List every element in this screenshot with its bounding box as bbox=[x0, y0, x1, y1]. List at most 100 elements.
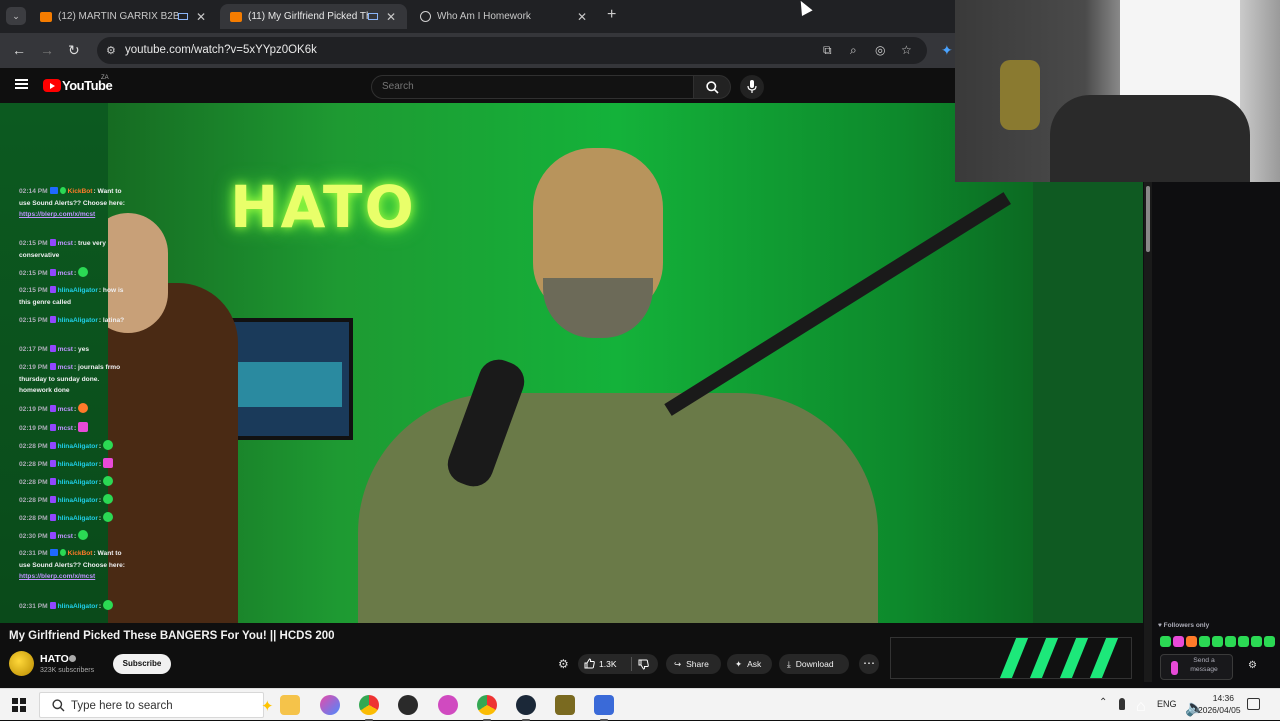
tab-girlfriend-picked[interactable]: (11) My Girlfriend Picked Th ✕ bbox=[220, 4, 407, 29]
obs-icon[interactable] bbox=[398, 695, 418, 715]
voice-search-button[interactable] bbox=[740, 75, 764, 99]
game-icon[interactable] bbox=[555, 695, 575, 715]
taskbar-search[interactable]: Type here to search ✦ bbox=[39, 692, 274, 718]
ad-banner[interactable] bbox=[890, 637, 1132, 679]
user-badge-icon bbox=[49, 460, 56, 467]
file-explorer-icon[interactable] bbox=[280, 695, 300, 715]
tab-search-button[interactable]: ⌄ bbox=[6, 7, 26, 25]
chat-scrollbar[interactable] bbox=[1144, 182, 1152, 682]
bot-badge-icon bbox=[49, 549, 58, 556]
install-app-icon[interactable]: ⧉ bbox=[823, 43, 832, 58]
like-button[interactable]: 1.3K bbox=[584, 658, 617, 669]
volume-icon[interactable]: 🔈 bbox=[1185, 698, 1205, 717]
chat-message: 02:19 PM mcst: bbox=[19, 422, 134, 435]
close-icon[interactable]: ✕ bbox=[196, 10, 206, 24]
language-indicator[interactable]: ENG bbox=[1157, 699, 1177, 709]
chrome-icon[interactable] bbox=[359, 695, 379, 721]
subscribe-button[interactable]: Subscribe bbox=[113, 654, 171, 674]
more-actions-button[interactable]: ⋯ bbox=[859, 654, 879, 674]
notification-icon[interactable] bbox=[1247, 698, 1260, 710]
chat-message: 02:28 PM hlinaAligator: bbox=[19, 476, 134, 489]
close-icon[interactable]: ✕ bbox=[577, 10, 587, 24]
chat-username[interactable]: mcst bbox=[58, 240, 73, 247]
emote-icon bbox=[102, 600, 113, 610]
network-icon[interactable]: ⌂ bbox=[1136, 698, 1146, 715]
windows-start-icon[interactable] bbox=[12, 698, 26, 712]
chat-username[interactable]: mcst bbox=[58, 425, 73, 432]
chat-input[interactable]: Send a message bbox=[1160, 654, 1233, 680]
emote-icon[interactable] bbox=[1225, 636, 1236, 647]
webcam-overlay bbox=[955, 0, 1280, 182]
app-icon[interactable] bbox=[438, 695, 458, 715]
emote-icon[interactable] bbox=[1160, 636, 1171, 647]
back-icon[interactable]: ← bbox=[12, 42, 26, 58]
emote-icon[interactable] bbox=[1238, 636, 1249, 647]
chat-timestamp: 02:31 PM bbox=[19, 550, 48, 557]
forward-icon[interactable]: → bbox=[40, 42, 54, 58]
tab-martin-garrix[interactable]: (12) MARTIN GARRIX B2B A ✕ bbox=[30, 4, 217, 29]
chat-username[interactable]: mcst bbox=[58, 346, 73, 353]
chat-message: 02:30 PM mcst: bbox=[19, 530, 134, 543]
chat-message: 02:28 PM hlinaAligator: bbox=[19, 458, 134, 471]
chrome-profile-icon[interactable] bbox=[477, 695, 497, 721]
chat-username[interactable]: mcst bbox=[58, 270, 73, 277]
emote-icon bbox=[78, 403, 89, 413]
clock[interactable]: 14:36 2026/04/05 bbox=[1198, 692, 1241, 716]
extension-icon[interactable]: ✦ bbox=[941, 42, 953, 59]
remix-icon[interactable]: ⚙ bbox=[558, 657, 569, 671]
chat-username[interactable]: mcst bbox=[58, 406, 73, 413]
youtube-logo-icon[interactable] bbox=[43, 79, 61, 92]
chat-timestamp: 02:28 PM bbox=[19, 479, 48, 486]
chat-username[interactable]: mcst bbox=[58, 364, 73, 371]
tab-title: (11) My Girlfriend Picked Th bbox=[248, 11, 368, 22]
bookmark-star-icon[interactable]: ☆ bbox=[901, 43, 912, 57]
menu-icon[interactable] bbox=[15, 79, 28, 89]
emote-icon[interactable] bbox=[1199, 636, 1210, 647]
search-input[interactable] bbox=[382, 81, 672, 92]
chat-username[interactable]: KickBot bbox=[68, 188, 93, 195]
chat-username[interactable]: hlinaAligator bbox=[58, 443, 98, 450]
dislike-button[interactable] bbox=[638, 657, 649, 675]
zoom-icon[interactable]: ⌕ bbox=[850, 43, 857, 58]
chat-settings-icon[interactable]: ⚙ bbox=[1248, 660, 1257, 671]
reload-icon[interactable]: ↻ bbox=[68, 42, 80, 59]
clock-time: 14:36 bbox=[1212, 693, 1234, 703]
chat-link[interactable]: https://blerp.com/x/mcst bbox=[19, 211, 95, 218]
video-frame[interactable]: HATO bbox=[108, 103, 1033, 623]
microphone-icon[interactable] bbox=[1119, 698, 1125, 710]
copilot-icon[interactable] bbox=[320, 695, 340, 715]
chat-link[interactable]: https://blerp.com/x/mcst bbox=[19, 573, 95, 580]
emote-icon[interactable] bbox=[1186, 636, 1197, 647]
chat-username[interactable]: KickBot bbox=[68, 550, 93, 557]
emote-icon[interactable] bbox=[1264, 636, 1275, 647]
chat-username[interactable]: hlinaAligator bbox=[58, 603, 98, 610]
tracking-blocked-icon[interactable]: ◎ bbox=[875, 43, 885, 57]
new-tab-button[interactable]: + bbox=[607, 6, 616, 24]
address-bar[interactable]: ⚙ youtube.com/watch?v=5xYYpz0OK6k ⧉ ⌕ ◎ … bbox=[97, 37, 927, 64]
chat-username[interactable]: hlinaAligator bbox=[58, 515, 98, 522]
tray-overflow-icon[interactable]: ⌃ bbox=[1099, 697, 1107, 708]
channel-avatar[interactable] bbox=[9, 651, 34, 676]
word-icon[interactable] bbox=[594, 695, 614, 721]
chat-username[interactable]: hlinaAligator bbox=[58, 461, 98, 468]
channel-name[interactable]: HATO bbox=[40, 653, 69, 665]
url-text[interactable]: youtube.com/watch?v=5xYYpz0OK6k bbox=[125, 44, 317, 56]
chat-username[interactable]: hlinaAligator bbox=[58, 317, 98, 324]
chat-username[interactable]: mcst bbox=[58, 533, 73, 540]
download-button[interactable]: ⤓ Download bbox=[779, 654, 849, 674]
emote-icon[interactable] bbox=[1173, 636, 1184, 647]
ask-button[interactable]: ✦ Ask bbox=[727, 654, 772, 674]
close-icon[interactable]: ✕ bbox=[386, 10, 396, 24]
chat-scrollbar-thumb[interactable] bbox=[1146, 186, 1150, 252]
chat-username[interactable]: hlinaAligator bbox=[58, 287, 98, 294]
emote-icon[interactable] bbox=[1251, 636, 1262, 647]
share-button[interactable]: ↪ Share bbox=[666, 654, 721, 674]
steam-icon[interactable] bbox=[516, 695, 536, 721]
chat-username[interactable]: hlinaAligator bbox=[58, 479, 98, 486]
site-info-icon[interactable]: ⚙ bbox=[106, 44, 116, 57]
search-button[interactable] bbox=[693, 75, 731, 99]
chat-username[interactable]: hlinaAligator bbox=[58, 497, 98, 504]
emote-icon[interactable] bbox=[1212, 636, 1223, 647]
search-box[interactable] bbox=[371, 75, 694, 99]
tab-who-am-i-homework[interactable]: Who Am I Homework ✕ bbox=[410, 4, 600, 29]
